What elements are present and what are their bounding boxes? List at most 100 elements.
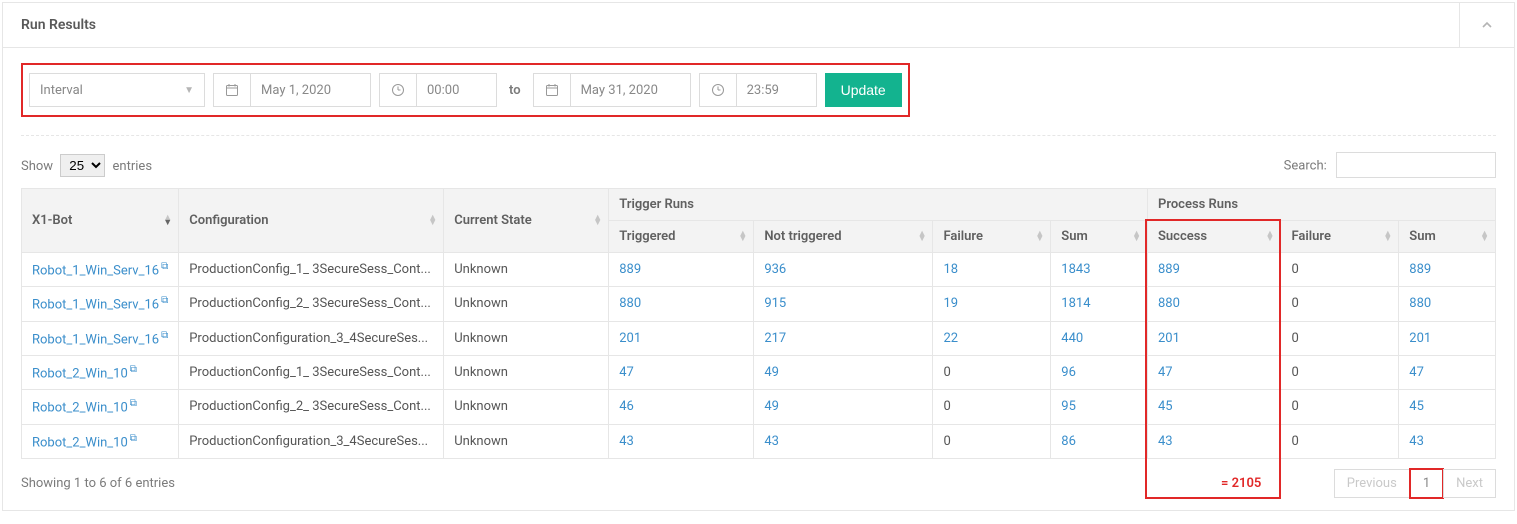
success-link[interactable]: 47 bbox=[1158, 365, 1173, 380]
cell-not-triggered: 43 bbox=[754, 424, 933, 458]
not-triggered-link[interactable]: 49 bbox=[764, 399, 779, 414]
cell-config: ProductionConfiguration_3_4SecureSes... bbox=[179, 321, 444, 355]
bot-link[interactable]: Robot_1_Win_Serv_16 bbox=[32, 332, 159, 347]
page-1-button[interactable]: 1 bbox=[1410, 469, 1443, 498]
success-link[interactable]: 880 bbox=[1158, 296, 1180, 311]
date-from-input[interactable]: May 1, 2020 bbox=[251, 73, 371, 107]
col-t-sum[interactable]: Sum▲▼ bbox=[1051, 221, 1148, 253]
sum-link[interactable]: 86 bbox=[1061, 434, 1076, 449]
update-button[interactable]: Update bbox=[825, 73, 902, 107]
not-triggered-link[interactable]: 217 bbox=[764, 331, 786, 346]
col-t-failure[interactable]: Failure▲▼ bbox=[933, 221, 1051, 253]
triggered-link[interactable]: 201 bbox=[619, 331, 641, 346]
cell-not-triggered: 915 bbox=[754, 287, 933, 321]
clock-from-button[interactable] bbox=[379, 73, 417, 107]
sum-link[interactable]: 440 bbox=[1061, 331, 1083, 346]
p-sum-link[interactable]: 889 bbox=[1409, 262, 1431, 277]
success-link[interactable]: 201 bbox=[1158, 331, 1180, 346]
col-not-triggered[interactable]: Not triggered▲▼ bbox=[754, 221, 933, 253]
cell-state: Unknown bbox=[444, 253, 609, 287]
col-state[interactable]: Current State ▲▼ bbox=[444, 189, 609, 253]
cell-p-sum: 47 bbox=[1399, 355, 1496, 389]
triggered-link[interactable]: 43 bbox=[619, 434, 634, 449]
cell-t-failure: 0 bbox=[933, 390, 1051, 424]
cell-t-sum: 95 bbox=[1051, 390, 1148, 424]
p-sum-link[interactable]: 201 bbox=[1409, 331, 1431, 346]
divider bbox=[21, 135, 1496, 136]
calendar-to-button[interactable] bbox=[533, 73, 571, 107]
cell-t-sum: 96 bbox=[1051, 355, 1148, 389]
cell-state: Unknown bbox=[444, 287, 609, 321]
entries-select[interactable]: 25 bbox=[60, 154, 105, 177]
header-group-row: X1-Bot ▲▼ Configuration ▲▼ Current State… bbox=[22, 189, 1496, 221]
interval-mode-value: Interval bbox=[40, 83, 83, 98]
next-page-button[interactable]: Next bbox=[1443, 469, 1496, 498]
triggered-link[interactable]: 46 bbox=[619, 399, 634, 414]
cell-p-failure: 0 bbox=[1281, 253, 1399, 287]
not-triggered-link[interactable]: 936 bbox=[764, 262, 786, 277]
bot-link[interactable]: Robot_1_Win_Serv_16 bbox=[32, 298, 159, 313]
triggered-link[interactable]: 47 bbox=[619, 365, 634, 380]
not-triggered-link[interactable]: 43 bbox=[764, 434, 779, 449]
cell-not-triggered: 936 bbox=[754, 253, 933, 287]
date-to-input[interactable]: May 31, 2020 bbox=[571, 73, 691, 107]
search-box: Search: bbox=[1284, 152, 1496, 178]
interval-mode-dropdown[interactable]: Interval ▼ bbox=[29, 73, 205, 107]
success-link[interactable]: 45 bbox=[1158, 399, 1173, 414]
cell-p-sum: 889 bbox=[1399, 253, 1496, 287]
time-to-input[interactable]: 23:59 bbox=[737, 73, 817, 107]
calendar-from-button[interactable] bbox=[213, 73, 251, 107]
external-link-icon: ⧉ bbox=[130, 364, 137, 375]
failure-link[interactable]: 18 bbox=[943, 262, 958, 277]
not-triggered-link[interactable]: 915 bbox=[764, 296, 786, 311]
p-sum-link[interactable]: 45 bbox=[1409, 399, 1424, 414]
sort-icon: ▲▼ bbox=[738, 232, 747, 242]
failure-link[interactable]: 22 bbox=[943, 331, 958, 346]
bot-link[interactable]: Robot_2_Win_10 bbox=[32, 435, 128, 450]
p-sum-link[interactable]: 43 bbox=[1409, 434, 1424, 449]
cell-p-sum: 43 bbox=[1399, 424, 1496, 458]
bot-link[interactable]: Robot_2_Win_10 bbox=[32, 366, 128, 381]
p-sum-link[interactable]: 880 bbox=[1409, 296, 1431, 311]
clock-to-button[interactable] bbox=[699, 73, 737, 107]
cell-p-sum: 45 bbox=[1399, 390, 1496, 424]
not-triggered-link[interactable]: 49 bbox=[764, 365, 779, 380]
calendar-icon bbox=[225, 83, 239, 97]
chevron-up-icon bbox=[1481, 19, 1493, 31]
cell-bot: Robot_1_Win_Serv_16⧉ bbox=[22, 253, 179, 287]
cell-state: Unknown bbox=[444, 321, 609, 355]
cell-bot: Robot_2_Win_10⧉ bbox=[22, 424, 179, 458]
sum-link[interactable]: 96 bbox=[1061, 365, 1076, 380]
col-p-failure[interactable]: Failure▲▼ bbox=[1281, 221, 1399, 253]
p-sum-link[interactable]: 47 bbox=[1409, 365, 1424, 380]
time-to-group: 23:59 bbox=[699, 73, 817, 107]
col-p-sum[interactable]: Sum▲▼ bbox=[1399, 221, 1496, 253]
external-link-icon: ⧉ bbox=[161, 261, 168, 272]
search-input[interactable] bbox=[1336, 152, 1496, 178]
failure-link[interactable]: 19 bbox=[943, 296, 958, 311]
sort-icon: ▲▼ bbox=[918, 232, 927, 242]
prev-page-button[interactable]: Previous bbox=[1334, 469, 1410, 498]
cell-not-triggered: 49 bbox=[754, 355, 933, 389]
col-triggered[interactable]: Triggered▲▼ bbox=[609, 221, 754, 253]
col-bot[interactable]: X1-Bot ▲▼ bbox=[22, 189, 179, 253]
cell-p-failure: 0 bbox=[1281, 424, 1399, 458]
bot-link[interactable]: Robot_1_Win_Serv_16 bbox=[32, 263, 159, 278]
cell-bot: Robot_2_Win_10⧉ bbox=[22, 390, 179, 424]
collapse-toggle[interactable] bbox=[1459, 3, 1514, 47]
triggered-link[interactable]: 880 bbox=[619, 296, 641, 311]
sum-link[interactable]: 1843 bbox=[1061, 262, 1090, 277]
triggered-link[interactable]: 889 bbox=[619, 262, 641, 277]
col-config[interactable]: Configuration ▲▼ bbox=[179, 189, 444, 253]
bot-link[interactable]: Robot_2_Win_10 bbox=[32, 401, 128, 416]
sum-link[interactable]: 95 bbox=[1061, 399, 1076, 414]
success-link[interactable]: 43 bbox=[1158, 434, 1173, 449]
col-success[interactable]: Success▲▼ bbox=[1147, 221, 1280, 253]
cell-state: Unknown bbox=[444, 424, 609, 458]
sum-link[interactable]: 1814 bbox=[1061, 296, 1090, 311]
time-from-input[interactable]: 00:00 bbox=[417, 73, 497, 107]
cell-config: ProductionConfiguration_3_4SecureSes... bbox=[179, 424, 444, 458]
cell-triggered: 47 bbox=[609, 355, 754, 389]
success-link[interactable]: 889 bbox=[1158, 262, 1180, 277]
showing-info: Showing 1 to 6 of 6 entries bbox=[21, 476, 175, 491]
